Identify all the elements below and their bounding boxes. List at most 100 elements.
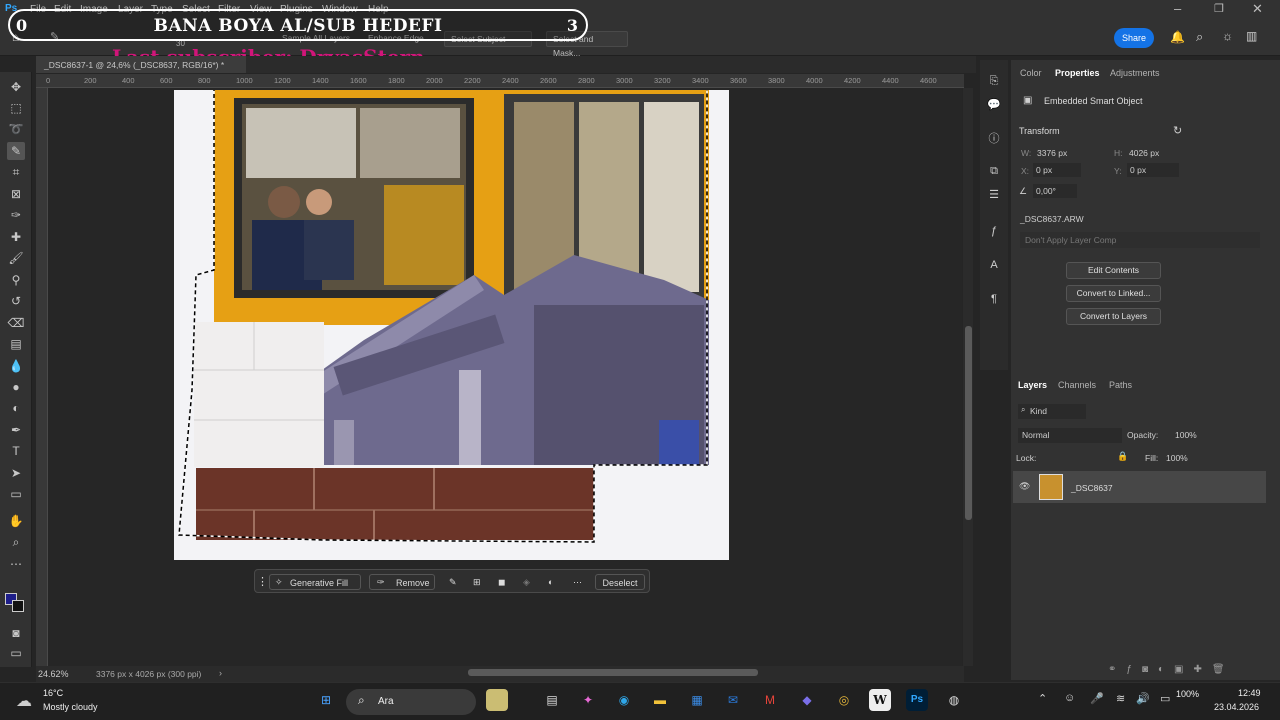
zoom-tool-icon[interactable]: ⌕ [7,533,25,551]
wifi-icon[interactable]: ≋ [1116,692,1125,705]
adjustment-icon[interactable]: ◐ [548,574,553,590]
screen-mode-icon[interactable]: ▭ [7,644,25,662]
document-tab[interactable]: _DSC8637-1 @ 24,6% (_DSC8637, RGB/16*) * [36,56,246,73]
tab-color[interactable]: Color [1020,68,1042,78]
tab-layers[interactable]: Layers [1018,380,1047,390]
quick-selection-tool-icon[interactable]: ✎ [7,142,25,160]
photoshop-icon[interactable]: Ps [906,689,928,711]
crop-tool-icon[interactable]: ⌗ [7,163,25,181]
task-view-icon[interactable]: ▤ [541,689,563,711]
healing-brush-icon[interactable]: ✚ [7,228,25,246]
convert-to-linked-button[interactable]: Convert to Linked... [1066,285,1161,302]
clone-stamp-icon[interactable]: ⚲ [7,271,25,289]
clock-date[interactable]: 23.04.2026 [1214,702,1259,712]
file-explorer-icon[interactable]: ▬ [649,689,671,711]
drag-handle-icon[interactable]: ⋮ [257,574,268,590]
status-arrow-icon[interactable]: › [219,668,222,678]
frame-tool-icon[interactable]: ⊠ [7,185,25,203]
bell-icon[interactable]: 🔔 [1170,30,1185,44]
filter-kind-select[interactable]: Kind [1018,404,1086,419]
lock-all-icon[interactable]: 🔒 [1117,451,1128,462]
widgets-icon[interactable] [486,689,508,711]
mask-icon[interactable]: ◼ [498,574,505,590]
pen-tool-icon[interactable]: ✒ [7,421,25,439]
mail-icon[interactable]: ✉ [722,689,744,711]
brush-icon[interactable]: ✎ [449,574,457,590]
share-button[interactable]: Share [1114,28,1154,48]
hand-tool-icon[interactable]: ✋ [7,512,25,530]
info-icon[interactable]: ⓘ [987,132,1001,146]
reset-icon[interactable]: ↻ [1173,124,1182,137]
deselect-button[interactable]: Deselect [595,574,645,590]
fill-icon[interactable]: ◈ [523,574,530,590]
layer-comp-select[interactable]: Don't Apply Layer Comp [1020,232,1260,248]
search-icon[interactable]: ⌕ [1196,29,1203,45]
windows-start-icon[interactable]: ⊞ [315,689,337,711]
tab-paths[interactable]: Paths [1109,380,1132,390]
discord-icon[interactable]: ☺ [1064,692,1075,704]
clock-time[interactable]: 12:49 [1238,688,1261,698]
obs-icon[interactable]: ◍ [943,689,965,711]
workspace-icon[interactable]: ☼ [1222,29,1233,43]
more-options-icon[interactable]: ⋯ [573,574,582,590]
character-icon[interactable]: A [987,258,1001,272]
microphone-icon[interactable]: 🎤 [1090,692,1104,705]
chevron-up-icon[interactable]: ⌃ [1038,692,1047,705]
weather-icon[interactable]: ☁ [16,691,32,711]
search-box[interactable] [346,689,476,715]
brush-tool-icon[interactable]: 🖌 [7,249,25,267]
quick-mask-icon[interactable]: ◙ [7,624,25,642]
maximize-icon[interactable]: ❐ [1214,2,1224,15]
document-image[interactable] [174,90,729,560]
eraser-tool-icon[interactable]: ⌫ [7,314,25,332]
fill-field[interactable]: 100% [1166,453,1188,463]
angle-field[interactable]: 0,00° [1033,184,1077,198]
vertical-scroll-thumb[interactable] [965,326,972,520]
sliders-icon[interactable]: ☰ [987,188,1001,202]
wikipedia-icon[interactable]: W [869,689,891,711]
tab-properties[interactable]: Properties [1055,68,1100,78]
rectangle-tool-icon[interactable]: ▭ [7,485,25,503]
transform-icon[interactable]: ⊞ [473,574,481,590]
chrome-icon[interactable]: ◎ [833,689,855,711]
edge-browser-icon[interactable]: ◉ [613,689,635,711]
layer-row[interactable]: 👁 _DSC8637 [1013,471,1266,503]
gradient-tool-icon[interactable]: ▤ [7,335,25,353]
background-color-swatch[interactable] [12,600,24,612]
speaker-icon[interactable]: 🔊 [1136,692,1150,705]
eyedropper-tool-icon[interactable]: ✑ [7,206,25,224]
layers-footer-icons[interactable]: ⚭ƒ◙◐▣✚🗑 [1108,664,1235,675]
panel-icon[interactable]: ▥ [1246,29,1257,43]
width-field[interactable]: 3376 px [1037,148,1067,158]
minimize-icon[interactable]: – [1174,1,1181,16]
horizontal-scroll-thumb[interactable] [468,669,758,676]
eye-icon[interactable]: 👁 [1019,481,1030,492]
convert-to-layers-button[interactable]: Convert to Layers [1066,308,1161,325]
store-icon[interactable]: ▦ [686,689,708,711]
blend-mode-select[interactable]: Normal [1018,428,1122,443]
height-field[interactable]: 4026 px [1129,148,1159,158]
marquee-tool-icon[interactable]: ⬚ [7,99,25,117]
edit-contents-button[interactable]: Edit Contents [1066,262,1161,279]
layer-name[interactable]: _DSC8637 [1071,483,1113,493]
y-field[interactable]: 0 px [1127,163,1179,177]
comments-icon[interactable]: 💬 [987,98,1001,112]
fx-icon[interactable]: ƒ [987,224,1001,238]
dodge-tool-icon[interactable]: ● [7,378,25,396]
dodge-burn-icon[interactable]: ◐ [7,399,25,417]
move-tool-icon[interactable]: ✥ [7,78,25,96]
blur-tool-icon[interactable]: 💧 [7,357,25,375]
copilot-icon[interactable]: ✦ [577,689,599,711]
zoom-level[interactable]: 24.62% [38,669,69,679]
history-panel-icon[interactable]: ⎘ [987,74,1001,88]
app-icon[interactable]: ◆ [796,689,818,711]
history-brush-icon[interactable]: ↺ [7,292,25,310]
more-tools-icon[interactable]: ⋯ [7,555,25,573]
x-field[interactable]: 0 px [1033,163,1081,177]
paragraph-icon[interactable]: ¶ [987,292,1001,306]
type-tool-icon[interactable]: T [7,442,25,460]
lasso-tool-icon[interactable]: ➰ [7,120,25,138]
adjustments-icon[interactable]: ⧉ [987,164,1001,178]
tab-adjustments[interactable]: Adjustments [1110,68,1160,78]
path-selection-icon[interactable]: ➤ [7,464,25,482]
